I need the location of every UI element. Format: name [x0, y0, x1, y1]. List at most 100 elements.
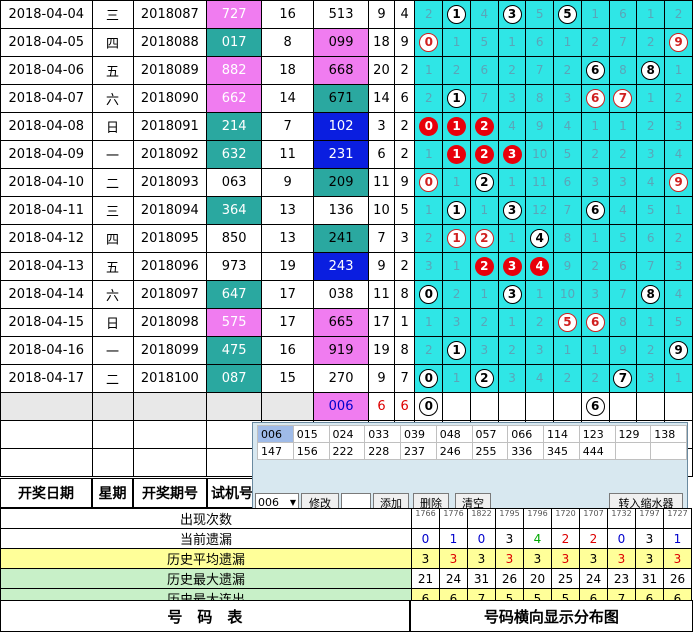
candidate-number[interactable]: 336: [507, 442, 544, 460]
digit-cell: 2: [636, 112, 666, 141]
prize-sum: 9: [368, 0, 395, 29]
missing-count: 7: [646, 259, 655, 273]
empty-cell: [0, 420, 93, 449]
draw-ball: 4: [530, 257, 550, 276]
candidate-number[interactable]: 222: [328, 442, 366, 460]
prize-sum: 19: [368, 336, 395, 365]
candidate-number[interactable]: 237: [400, 442, 437, 460]
missing-count: 1: [674, 371, 683, 385]
stats-value: 1: [439, 528, 468, 549]
digit-cell: 3: [497, 364, 527, 393]
digit-cell: 4: [664, 140, 693, 169]
digit-cell: 11: [525, 168, 555, 197]
stats-value: 1796: [523, 508, 552, 529]
draw-ball: 0: [419, 285, 439, 304]
digit-cell: 7: [608, 28, 638, 57]
stats-value: 1732: [607, 508, 636, 529]
prize-number: 099: [313, 28, 370, 57]
missing-count: 1: [508, 231, 516, 245]
candidate-number[interactable]: 048: [435, 425, 473, 443]
draw-ball: 1: [447, 341, 467, 360]
issue-number: 2018100: [132, 364, 208, 393]
weekday: 五: [91, 56, 134, 85]
draw-date: 2018-04-04: [0, 0, 93, 29]
issue-number: 2018094: [132, 196, 208, 225]
missing-count: 2: [674, 7, 683, 21]
candidate-number[interactable]: 123: [578, 425, 616, 443]
digit-cell: 4: [664, 280, 693, 309]
digit-cell: 3: [497, 84, 527, 113]
stats-value: 2: [579, 528, 608, 549]
digit-cell: 2: [636, 28, 666, 57]
weekday: 五: [91, 252, 134, 281]
candidate-number[interactable]: 345: [543, 442, 580, 460]
candidate-number[interactable]: 228: [364, 442, 401, 460]
draw-ball: 6: [585, 61, 605, 80]
candidate-number[interactable]: 066: [507, 425, 544, 443]
missing-count: 3: [480, 343, 489, 357]
missing-count: 4: [563, 119, 572, 133]
draw-date: 2018-04-14: [0, 280, 93, 309]
missing-count: 7: [619, 287, 627, 301]
digit-cell: 1: [497, 224, 527, 253]
digit-cell: 5: [553, 308, 582, 337]
candidate-number[interactable]: 255: [471, 442, 509, 460]
digit-cell: 2: [469, 224, 499, 253]
stats-value: 1720: [551, 508, 580, 529]
stats-value: 31: [467, 568, 496, 589]
stats-label: 历史最大遗漏: [0, 568, 412, 589]
digit-cell: 4: [608, 196, 638, 225]
digit-cell: 7: [553, 196, 582, 225]
digit-cell: 4: [525, 224, 555, 253]
missing-count: 5: [646, 203, 655, 217]
trial-sum: 17: [261, 308, 315, 337]
candidate-number[interactable]: 129: [614, 425, 652, 443]
candidate-number[interactable]: 015: [292, 425, 330, 443]
candidate-number[interactable]: 147: [257, 442, 294, 460]
empty-cell: [132, 448, 208, 477]
draw-ball: 9: [669, 173, 689, 192]
stats-value: 3: [495, 548, 524, 569]
digit-cell: 9: [608, 336, 638, 365]
candidate-number[interactable]: 033: [364, 425, 401, 443]
missing-count: 1: [591, 343, 600, 357]
digit-cell: 1: [442, 140, 471, 169]
empty-cell: [91, 420, 134, 449]
weekday: 日: [91, 112, 134, 141]
missing-count: 5: [674, 315, 683, 329]
header-issue: 开奖期号: [133, 478, 207, 508]
empty-cell: [0, 392, 93, 421]
candidate-number[interactable]: [614, 442, 652, 460]
digit-cell: 6: [580, 196, 610, 225]
issue-number: 2018096: [132, 252, 208, 281]
missing-count: 6: [563, 175, 572, 189]
candidate-number[interactable]: 138: [650, 425, 687, 443]
stats-row: 历史平均遗漏 3 3 3 3 3 3 3 3 3 3: [0, 548, 692, 569]
stats-value: 1797: [635, 508, 664, 529]
candidate-number[interactable]: 156: [292, 442, 330, 460]
candidate-number[interactable]: 006: [257, 425, 294, 443]
digit-cell: 1: [636, 0, 666, 29]
digit-cell: 1: [553, 28, 582, 57]
trial-sum: 19: [261, 252, 315, 281]
candidate-number[interactable]: 444: [578, 442, 616, 460]
candidate-number[interactable]: 114: [543, 425, 580, 443]
missing-count: 9: [563, 259, 572, 273]
trial-sum: 8: [261, 28, 315, 57]
candidate-number[interactable]: 057: [471, 425, 509, 443]
digit-cell: 1: [608, 112, 638, 141]
candidate-number[interactable]: 039: [400, 425, 437, 443]
prize-span: 2: [393, 140, 416, 169]
candidate-number[interactable]: 024: [328, 425, 366, 443]
stats-label: 历史平均遗漏: [0, 548, 412, 569]
pending-span: 6: [393, 392, 416, 421]
candidate-number[interactable]: 246: [435, 442, 473, 460]
digit-cell: 10: [553, 280, 582, 309]
candidate-number[interactable]: [650, 442, 687, 460]
stats-value: 2: [551, 528, 580, 549]
trial-number: 727: [206, 0, 263, 29]
footer: 号 码 表 号码横向显示分布图: [0, 600, 693, 632]
missing-count: 7: [619, 35, 627, 49]
digit-cell: 7: [469, 84, 499, 113]
digit-cell: 5: [469, 28, 499, 57]
